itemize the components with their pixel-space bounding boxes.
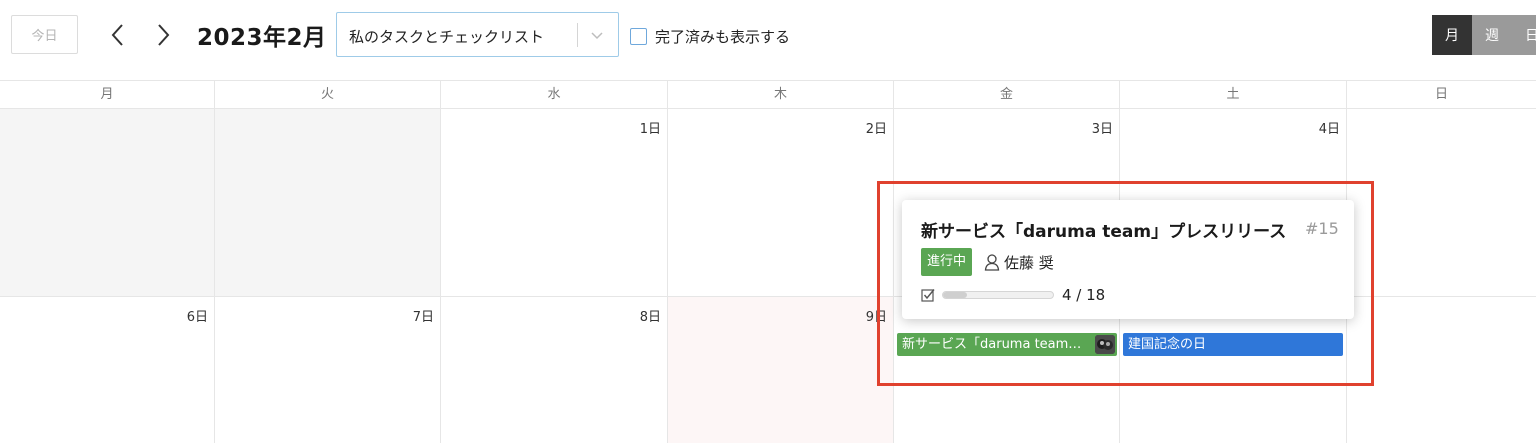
- prev-month-button[interactable]: [108, 22, 128, 48]
- chevron-left-icon: [111, 24, 123, 46]
- day-number: 4日: [1318, 122, 1340, 137]
- weekday-header: 月 火 水 木 金 土 日: [0, 80, 1536, 109]
- day-number: 2日: [865, 122, 887, 137]
- day-cell[interactable]: [215, 109, 441, 297]
- day-number: 3日: [1091, 122, 1113, 137]
- day-cell[interactable]: [1347, 109, 1536, 297]
- show-completed-label: 完了済みも表示する: [655, 28, 791, 46]
- day-number: 8日: [639, 310, 661, 325]
- day-cell[interactable]: [0, 109, 215, 297]
- view-month-button[interactable]: 月: [1432, 15, 1472, 55]
- highlight-annotation: [877, 181, 1374, 386]
- select-divider: [577, 23, 578, 47]
- weekday-fri: 金: [894, 81, 1120, 109]
- weekday-wed: 水: [441, 81, 668, 109]
- weekday-tue: 火: [215, 81, 441, 109]
- day-number: 7日: [412, 310, 434, 325]
- weekday-sun: 日: [1434, 87, 1448, 102]
- weekday-mon: 月: [0, 81, 215, 109]
- day-cell[interactable]: 6日: [0, 297, 215, 443]
- chevron-right-icon: [158, 24, 170, 46]
- day-cell[interactable]: 7日: [215, 297, 441, 443]
- day-cell-today[interactable]: 9日: [668, 297, 894, 443]
- today-button[interactable]: 今日: [11, 15, 78, 54]
- month-title: 2023年2月: [197, 25, 327, 51]
- day-number: 6日: [186, 310, 208, 325]
- day-cell[interactable]: 8日: [441, 297, 668, 443]
- task-filter-select[interactable]: 私のタスクとチェックリスト: [336, 12, 619, 57]
- view-day-button[interactable]: 日: [1512, 15, 1536, 55]
- view-week-button[interactable]: 週: [1472, 15, 1512, 55]
- chevron-down-icon: [591, 32, 603, 40]
- next-month-button[interactable]: [153, 22, 173, 48]
- day-cell[interactable]: 2日: [668, 109, 894, 297]
- show-completed-toggle[interactable]: 完了済みも表示する: [630, 26, 790, 47]
- day-cell[interactable]: [1347, 297, 1536, 443]
- day-cell[interactable]: 1日: [441, 109, 668, 297]
- weekday-sat: 土: [1120, 81, 1347, 109]
- day-number: 1日: [639, 122, 661, 137]
- show-completed-checkbox[interactable]: [630, 28, 647, 45]
- weekday-thu: 木: [668, 81, 894, 109]
- view-toggle: 月 週 日: [1432, 15, 1536, 55]
- task-filter-value: 私のタスクとチェックリスト: [349, 28, 545, 46]
